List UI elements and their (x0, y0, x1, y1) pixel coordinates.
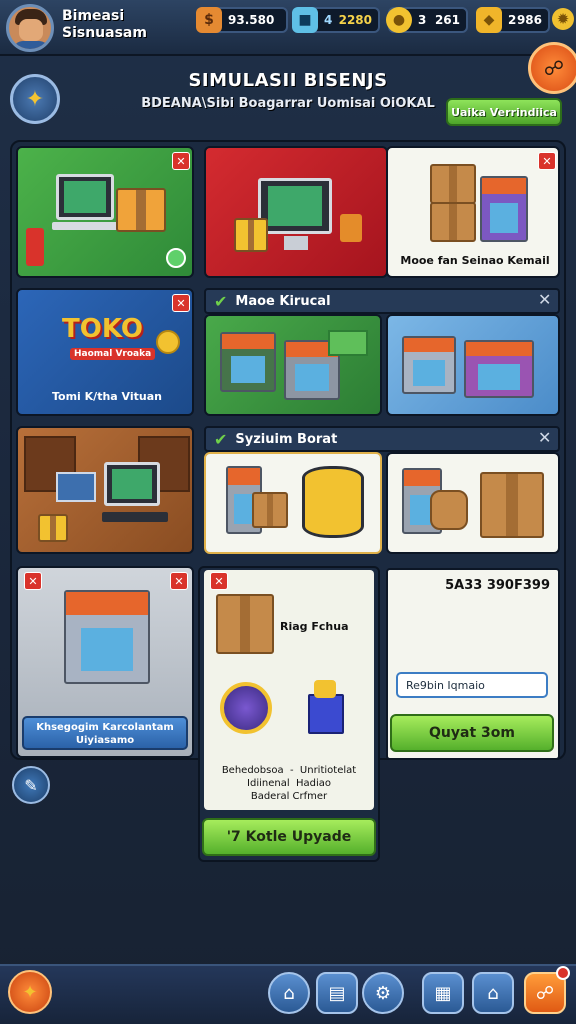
home-icon[interactable]: ⌂ (268, 972, 310, 1014)
shop-computer-card[interactable]: ✕ (16, 146, 194, 278)
cash-counter[interactable]: $ 93.580 (196, 7, 288, 33)
crate-icon (430, 202, 476, 242)
verify-button[interactable]: Uaika Verrindiica (446, 98, 562, 126)
grid-icon[interactable]: ▦ (422, 972, 464, 1014)
player-avatar[interactable] (6, 4, 54, 52)
notification-badge (556, 966, 570, 980)
coin-counter[interactable]: ● 3 261 (386, 7, 468, 33)
toko-subtitle: Haomal Vroaka (70, 348, 156, 360)
crate-icon: ■ (292, 7, 318, 33)
store-icon[interactable]: ⌂ (472, 972, 514, 1014)
gem-value: 986 (516, 13, 542, 27)
close-icon[interactable]: ✕ (24, 572, 42, 590)
section-header-2: ✔ Syziuim Borat (204, 426, 560, 452)
toko-card[interactable]: TOKO Haomal Vroaka Tomi K/tha Vituan ✕ (16, 288, 194, 416)
gem-counter[interactable]: ◆ 2 986 (476, 7, 550, 33)
section-title-2: Syziuim Borat (235, 431, 338, 447)
page-subtitle: BDEANA\Sibi Boagarrar Uomisai OiOKAL (141, 96, 435, 111)
crate-counter[interactable]: ■ 4 2280 (292, 7, 380, 33)
crate-count: 4 (324, 13, 333, 27)
online-shop-card[interactable] (204, 146, 388, 278)
page-title: SIMULASII BISENJS (188, 70, 388, 91)
check-icon: ✔ (214, 291, 228, 311)
purchase-input[interactable] (396, 672, 548, 698)
gear-icon[interactable]: ✹ (552, 8, 574, 30)
kiosk-icon (402, 336, 456, 394)
market-icon (464, 340, 534, 398)
menu-button[interactable]: ✦ (10, 74, 60, 124)
toko-logo: TOKO (62, 314, 143, 344)
buy-button[interactable]: Quyat 3om (390, 714, 554, 752)
box-icon (252, 492, 288, 528)
close-icon[interactable]: ✕ (538, 152, 556, 170)
package-icon (234, 218, 268, 252)
crate-value: 2280 (338, 13, 372, 27)
inventory-card[interactable] (386, 452, 560, 554)
bag-icon (308, 694, 344, 734)
player-name: Bimeasi Sisnuasam (62, 8, 147, 41)
close-icon[interactable]: ✕ (170, 572, 188, 590)
tag-icon: ✦ (25, 86, 45, 112)
barrel-icon (302, 466, 364, 538)
close-icon[interactable]: ✕ (538, 428, 551, 447)
gem-count: 2 (508, 13, 517, 27)
item-description: Behedobsoa - Unritiotelat Idiinenal Hadi… (221, 765, 357, 802)
coin-value: 261 (434, 13, 460, 27)
check-icon: ✔ (214, 429, 228, 449)
warehouse-card[interactable]: Mooe fan Seinao Kemail ✕ (386, 146, 560, 278)
box-icon (480, 472, 544, 538)
globe-icon (220, 682, 272, 734)
settings-icon[interactable]: ⚙ (362, 972, 404, 1014)
gem-icon: ◆ (476, 7, 502, 33)
building-card[interactable]: Khsegogim Karcolantam Uiyiasamo ✕ ✕ (16, 566, 194, 758)
chat-icon: ☍ (543, 56, 565, 80)
kiosk-icon (480, 176, 528, 242)
box-icon (116, 188, 166, 232)
cash-value: 93.580 (228, 13, 275, 27)
coin-icon: ● (386, 7, 412, 33)
monitor-icon (258, 178, 332, 234)
close-icon[interactable]: ✕ (538, 290, 551, 309)
store-icon (220, 332, 276, 392)
close-icon[interactable]: ✕ (172, 152, 190, 170)
section-title-1: Maoe Kirucal (235, 293, 331, 309)
box-icon (38, 514, 68, 542)
computer-icon (104, 462, 160, 506)
back-icon[interactable]: ✦ (8, 970, 52, 1014)
kiosk-card[interactable] (386, 314, 560, 416)
close-icon[interactable]: ✕ (172, 294, 190, 312)
package-icon (216, 594, 274, 654)
item-title: Riag Fchua (280, 620, 349, 633)
inventory-icon[interactable]: ▤ (316, 972, 358, 1014)
store-interior-card[interactable] (16, 426, 194, 554)
store-front-card[interactable] (204, 314, 382, 416)
close-icon[interactable]: ✕ (210, 572, 228, 590)
crate-icon (430, 164, 476, 204)
purchase-code: 5A33 390F399 (445, 578, 550, 593)
chat-button[interactable]: ☍ (528, 42, 576, 94)
section-header-1: ✔ Maoe Kirucal (204, 288, 560, 314)
upgrade-button[interactable]: '7 Kotle Upyade (202, 818, 376, 856)
coin-count: 3 (418, 13, 427, 27)
computer-icon (56, 174, 114, 220)
cash-icon: $ (196, 7, 222, 33)
pencil-icon: ✎ (24, 775, 38, 795)
building-label[interactable]: Khsegogim Karcolantam Uiyiasamo (22, 716, 188, 750)
warehouse-label: Mooe fan Seinao Kemail (400, 254, 550, 267)
edit-button[interactable]: ✎ (12, 766, 50, 804)
toko-label: Tomi K/tha Vituan (52, 390, 162, 403)
building-icon (64, 590, 150, 684)
goods-card[interactable] (204, 452, 382, 554)
